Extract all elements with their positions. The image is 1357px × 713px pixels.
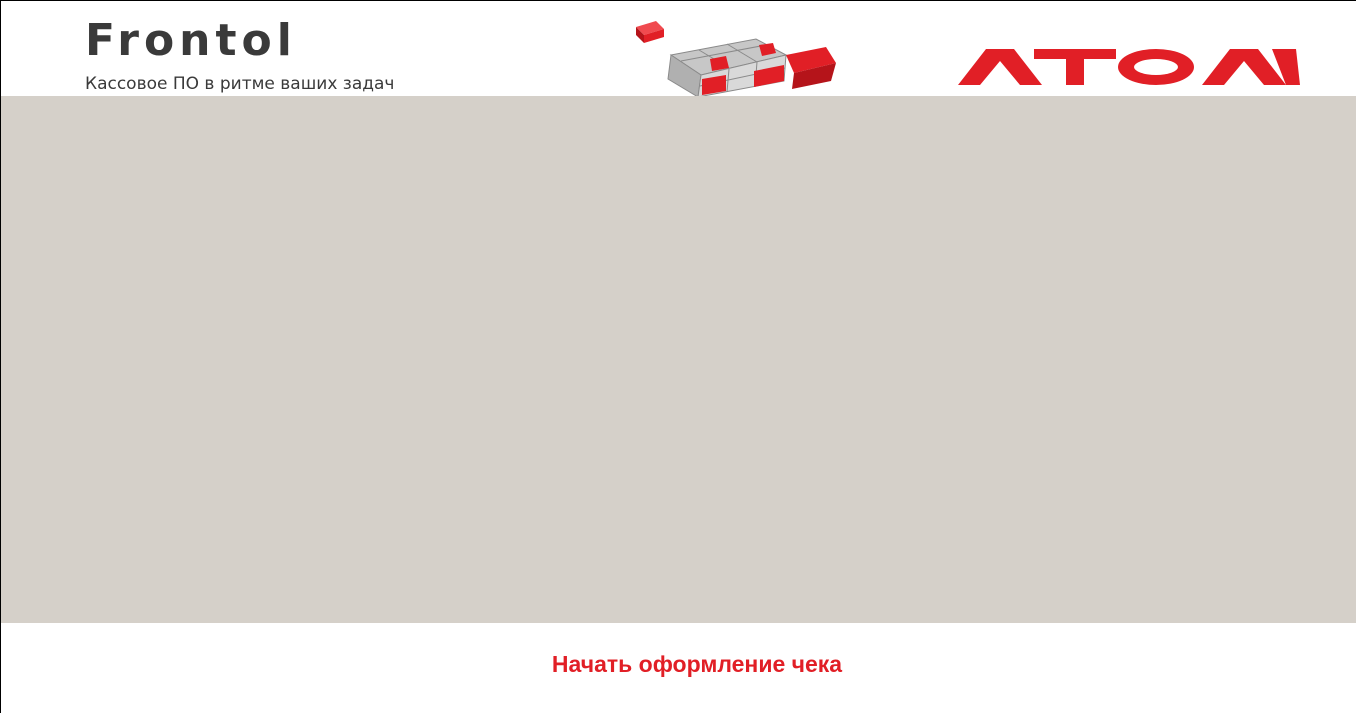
footer: Начать оформление чека — [1, 623, 1356, 713]
header: Frontol Кассовое ПО в ритме ваших задач — [1, 1, 1356, 97]
atol-logo-icon — [958, 49, 1300, 85]
brand-tagline: Кассовое ПО в ритме ваших задач — [85, 74, 395, 94]
rubiks-cube-logo-icon — [636, 21, 836, 97]
content-area — [1, 96, 1356, 623]
start-receipt-button[interactable]: Начать оформление чека — [1, 651, 1356, 678]
brand-name: Frontol — [85, 15, 297, 66]
frontol-brand: Frontol Кассовое ПО в ритме ваших задач — [85, 15, 395, 95]
frontol-main-screen: Frontol Кассовое ПО в ритме ваших задач — [0, 0, 1356, 713]
